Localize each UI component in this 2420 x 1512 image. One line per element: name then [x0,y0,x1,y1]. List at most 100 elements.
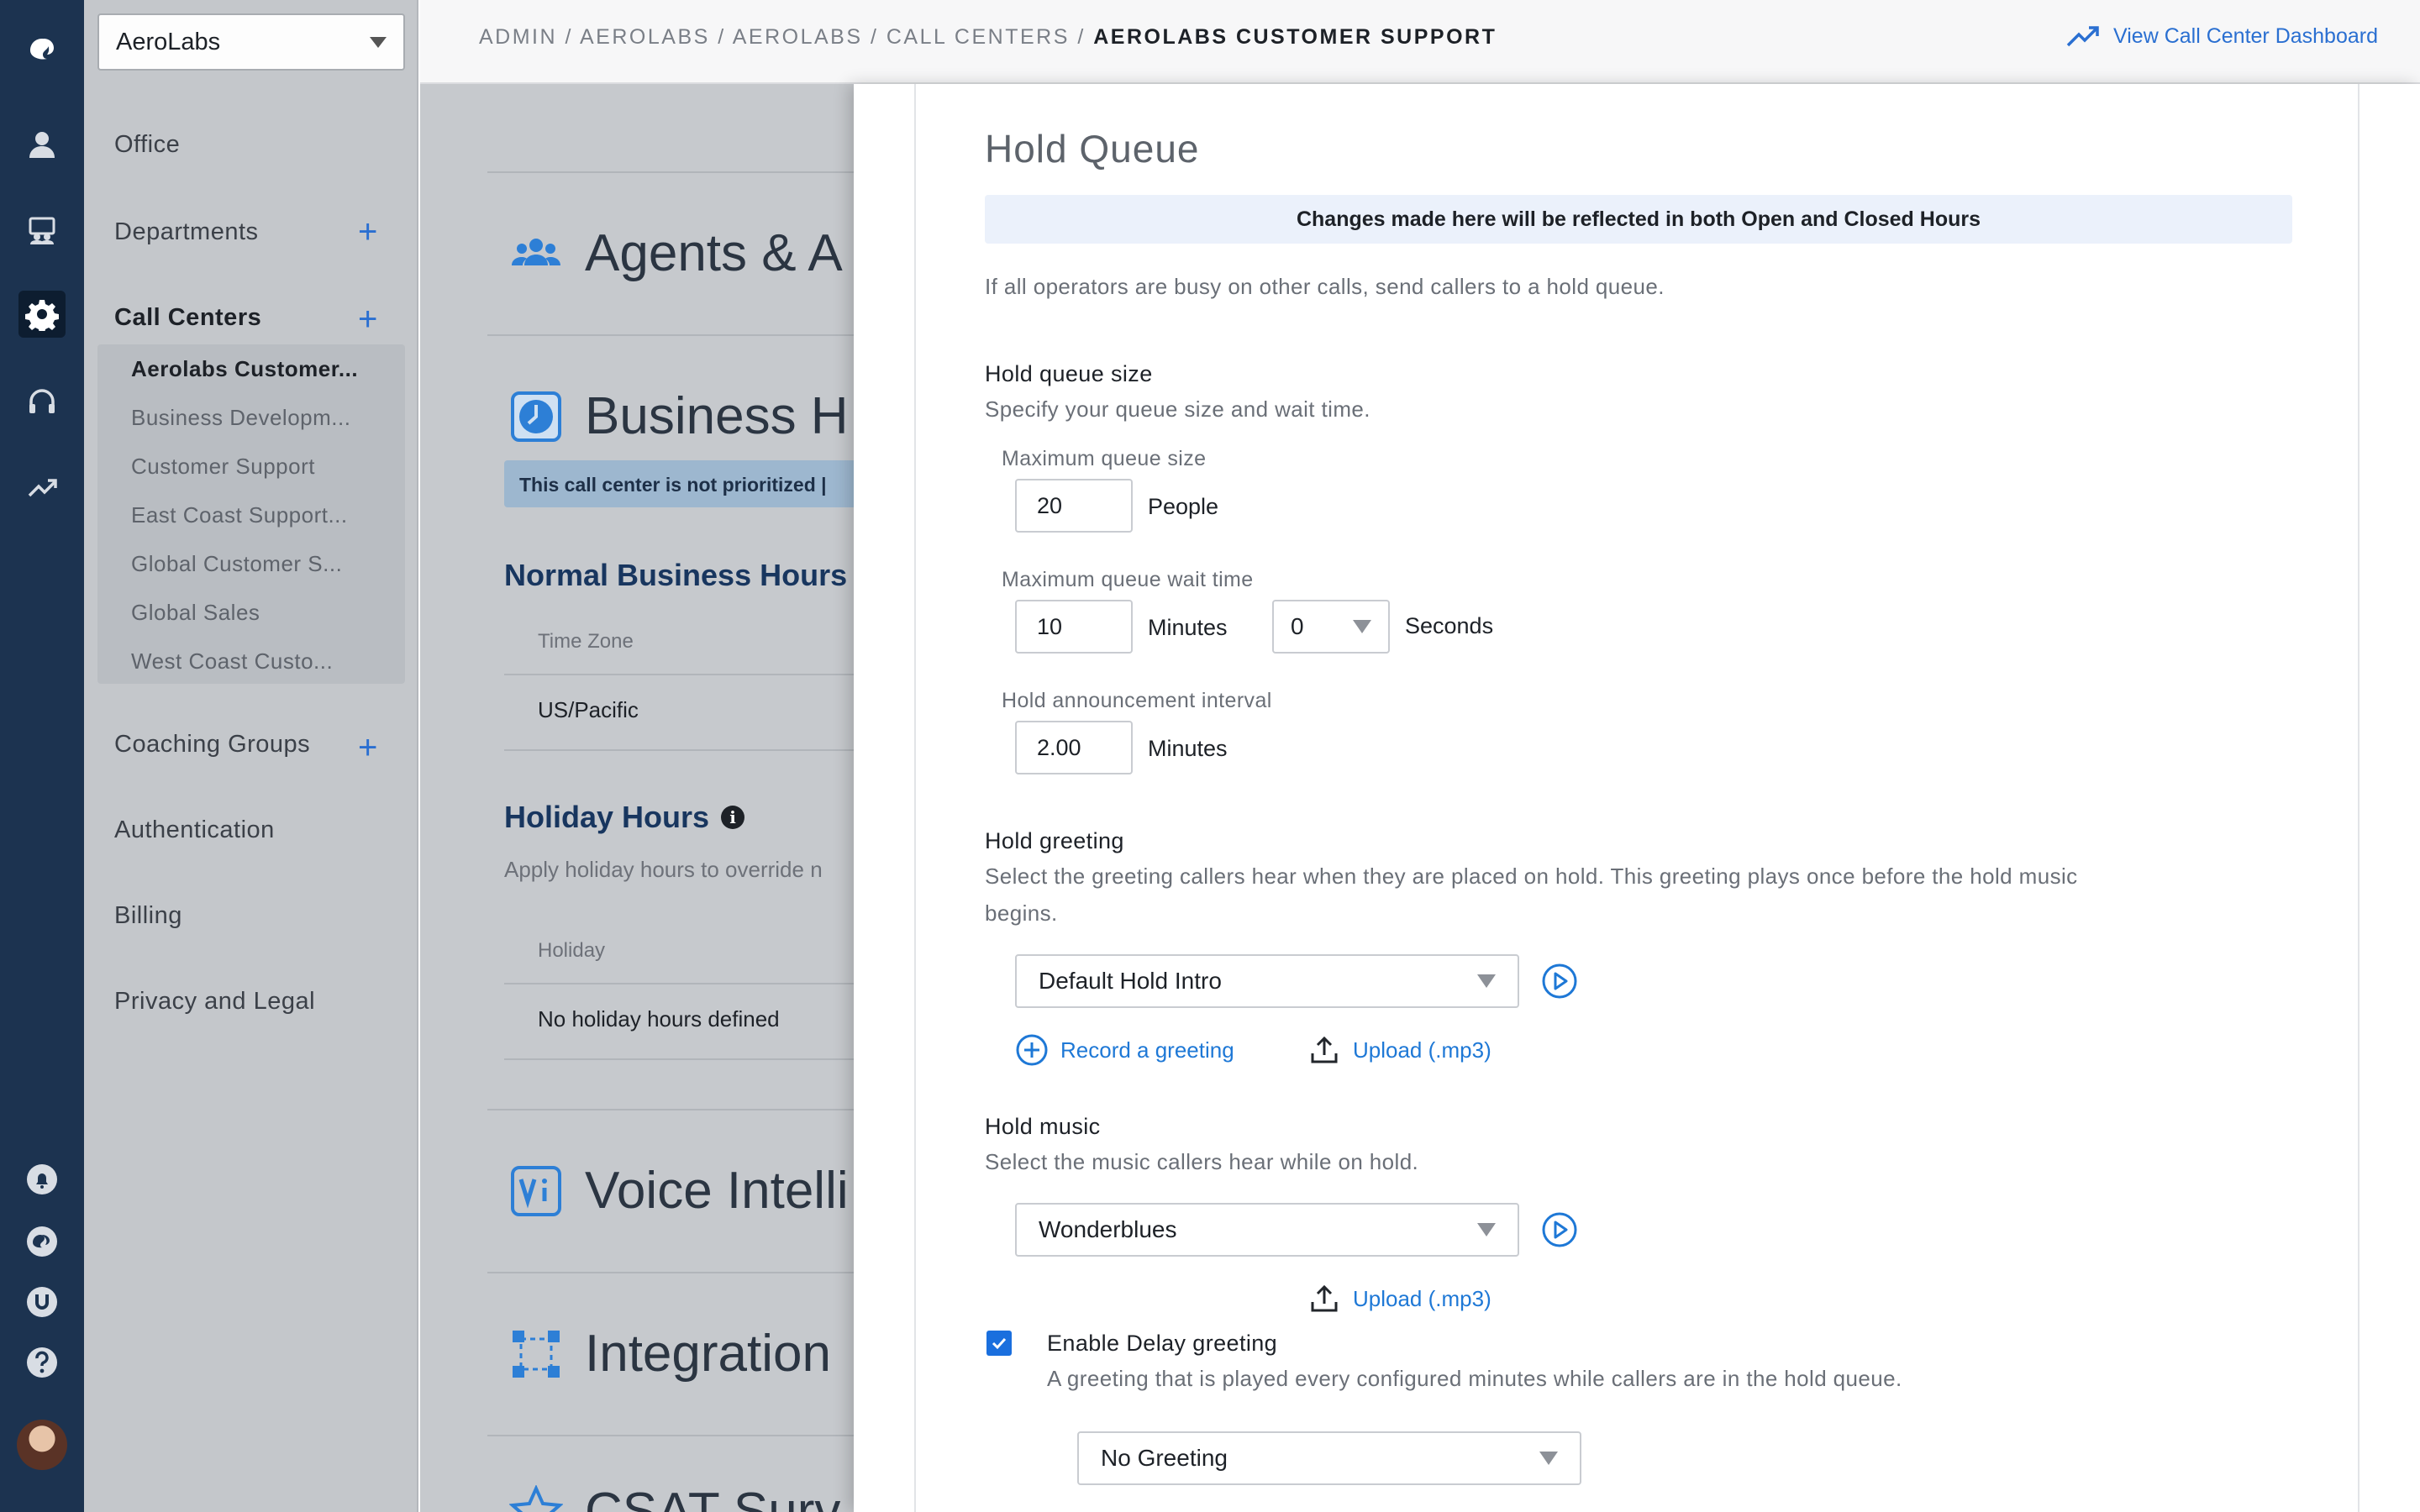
time-zone-label: Time Zone [538,630,634,653]
section-business-hours[interactable]: Business H [509,386,849,446]
integrations-icon [513,1330,560,1378]
chevron-down-icon [1539,1452,1558,1465]
org-selector-label: AeroLabs [116,28,221,55]
dialpad-icon[interactable] [24,1223,60,1260]
delay-greeting-value: No Greeting [1101,1445,1228,1471]
max-wait-label: Maximum queue wait time [1002,568,1254,591]
record-greeting-link[interactable]: Record a greeting [1015,1033,1234,1067]
clock-icon [511,391,561,442]
info-icon[interactable]: i [721,806,745,829]
delay-greeting-select[interactable]: No Greeting [1077,1431,1581,1485]
hold-music-desc: Select the music callers hear while on h… [985,1149,1419,1174]
upload-icon [1311,1284,1338,1312]
sidebar-item-privacy[interactable]: Privacy and Legal [114,988,315,1016]
max-queue-size-input[interactable]: 20 [1015,479,1133,533]
section-voice-intelligence[interactable]: Voice Intelli [509,1161,849,1221]
delay-greeting-label[interactable]: Enable Delay greeting [1047,1331,1277,1357]
sidebar-item-authentication[interactable]: Authentication [114,816,275,844]
divider [487,171,908,173]
ubersuggest-icon[interactable] [24,1284,60,1320]
call-center-item[interactable]: Aerolabs Customer... [131,356,358,382]
call-center-item[interactable]: West Coast Custo... [131,648,333,675]
star-icon [509,1484,563,1512]
add-coaching-group-icon[interactable]: + [358,731,377,764]
upload-greeting-link[interactable]: Upload (.mp3) [1307,1033,1491,1067]
section-voice-title: Voice Intelli [585,1162,849,1220]
chevron-down-icon [1477,974,1496,988]
analytics-icon[interactable] [24,469,60,506]
delay-greeting-checkbox[interactable] [986,1331,1012,1356]
divider [487,334,908,336]
chevron-down-icon [1353,620,1371,633]
max-queue-size-label: Maximum queue size [1002,447,1207,470]
call-center-item[interactable]: Business Developm... [131,405,350,431]
divider [487,1272,908,1273]
holiday-hours-heading: Holiday Hours i [504,800,745,835]
max-queue-size-unit: People [1148,494,1219,519]
hold-music-title: Hold music [985,1114,1101,1139]
contact-center-icon[interactable] [24,212,60,249]
call-center-item[interactable]: Customer Support [131,454,315,480]
max-wait-minutes-input[interactable]: 10 [1015,600,1133,654]
queue-size-desc: Specify your queue size and wait time. [985,396,1370,422]
top-bar: ADMIN / AEROLABS / AEROLABS / CALL CENTE… [420,0,2420,84]
breadcrumb: ADMIN / AEROLABS / AEROLABS / CALL CENTE… [479,25,1497,50]
hold-greeting-select[interactable]: Default Hold Intro [1015,954,1519,1008]
queue-size-title: Hold queue size [985,361,1153,386]
gear-icon[interactable] [18,291,66,338]
normal-hours-heading: Normal Business Hours [504,558,848,592]
play-greeting-icon[interactable] [1541,963,1578,1000]
avatar[interactable] [17,1420,67,1470]
holiday-hours-title: Holiday Hours [504,800,710,834]
call-center-item[interactable]: Global Customer S... [131,551,342,577]
sidebar-item-office[interactable]: Office [114,131,180,159]
hold-greeting-title: Hold greeting [985,828,1124,853]
section-agents-title: Agents & A [585,224,843,282]
hold-greeting-desc-2: begins. [985,900,1058,926]
hold-queue-intro: If all operators are busy on other calls… [985,274,1665,299]
add-department-icon[interactable]: + [358,215,377,249]
call-center-item[interactable]: Global Sales [131,600,260,626]
upload-greeting-label: Upload (.mp3) [1353,1037,1491,1063]
call-center-item[interactable]: East Coast Support... [131,502,348,528]
user-icon[interactable] [24,126,60,163]
record-greeting-label: Record a greeting [1060,1037,1234,1063]
sidebar-item-billing[interactable]: Billing [114,902,182,930]
max-wait-minutes-unit: Minutes [1148,615,1228,640]
add-call-center-icon[interactable]: + [358,302,377,336]
holiday-desc: Apply holiday hours to override n [504,857,823,882]
section-csat[interactable]: CSAT Surv [509,1482,840,1512]
announce-interval-label: Hold announcement interval [1002,689,1272,712]
divider [487,1435,908,1436]
breadcrumb-current: AEROLABS CUSTOMER SUPPORT [1093,25,1497,49]
holiday-empty: No holiday hours defined [538,1006,780,1032]
help-icon[interactable] [24,1344,60,1381]
view-dashboard-label: View Call Center Dashboard [2113,24,2378,48]
check-icon [992,1337,1007,1350]
breadcrumb-path[interactable]: ADMIN / AEROLABS / AEROLABS / CALL CENTE… [479,25,1093,49]
hold-queue-card: Hold Queue Changes made here will be ref… [914,84,2360,1512]
org-selector[interactable]: AeroLabs [97,13,405,71]
sidebar-item-departments[interactable]: Departments [114,218,259,246]
sidebar-item-coaching-groups[interactable]: Coaching Groups [114,731,310,759]
panel-title: Hold Queue [985,127,1200,171]
sidebar-item-call-centers[interactable]: Call Centers [114,304,261,332]
max-wait-seconds-select[interactable]: 0 [1272,600,1390,654]
section-integrations[interactable]: Integration [509,1324,831,1383]
headset-icon[interactable] [24,383,60,420]
view-dashboard-link[interactable]: View Call Center Dashboard [2066,24,2378,49]
delay-greeting-desc: A greeting that is played every configur… [1047,1366,1902,1391]
hold-music-select[interactable]: Wonderblues [1015,1203,1519,1257]
announce-interval-unit: Minutes [1148,736,1228,761]
play-music-icon[interactable] [1541,1211,1578,1248]
bell-icon[interactable] [24,1161,60,1198]
chevron-down-icon [1477,1223,1496,1236]
dialpad-logo-icon[interactable] [18,25,66,72]
upload-music-link[interactable]: Upload (.mp3) [1307,1282,1491,1315]
section-agents[interactable]: Agents & A [509,223,843,283]
upload-music-label: Upload (.mp3) [1353,1285,1491,1311]
vi-icon [511,1165,561,1216]
upload-icon [1311,1036,1338,1063]
announce-interval-input[interactable]: 2.00 [1015,721,1133,774]
section-csat-title: CSAT Surv [585,1483,841,1512]
